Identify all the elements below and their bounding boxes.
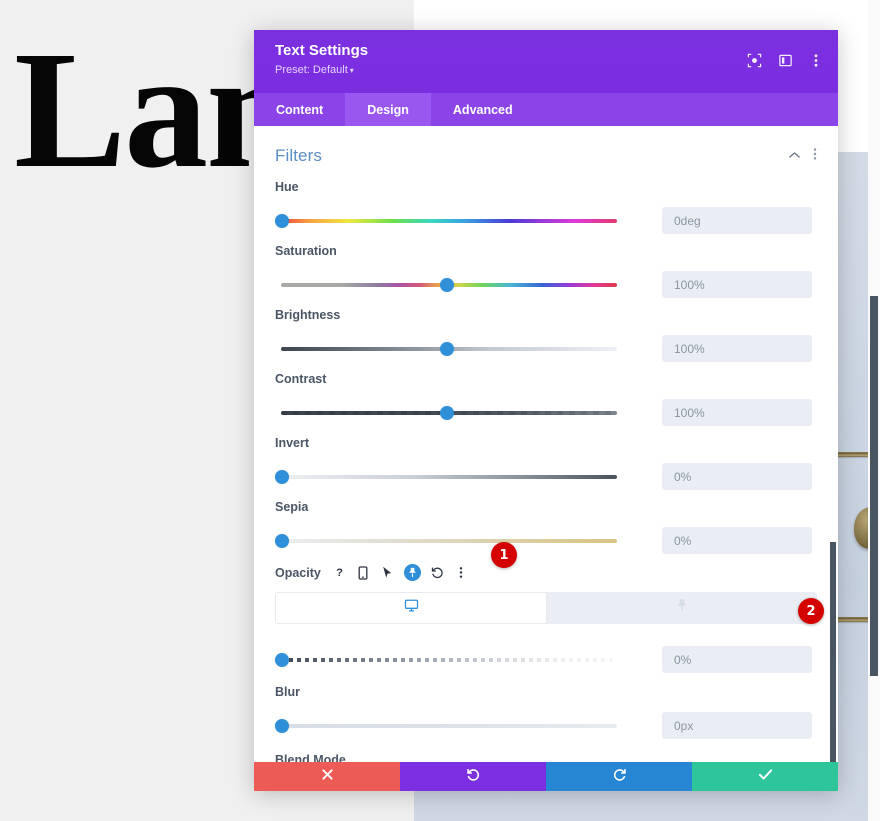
field-label-invert: Invert	[275, 436, 310, 450]
focus-target-icon[interactable]	[746, 52, 762, 68]
hue-slider[interactable]	[275, 210, 617, 232]
field-label-blur: Blur	[275, 685, 300, 699]
hover-cursor-icon[interactable]	[380, 565, 395, 580]
opacity-slider[interactable]	[275, 649, 617, 671]
field-label-hue: Hue	[275, 180, 299, 194]
opacity-slider-track	[281, 657, 617, 662]
opacity-value-input[interactable]: 0%	[662, 646, 812, 673]
section-title[interactable]: Filters	[275, 146, 322, 166]
invert-slider-handle[interactable]	[275, 469, 289, 484]
field-saturation: Saturation 100%	[275, 244, 817, 298]
cancel-button[interactable]	[254, 762, 400, 791]
hue-slider-handle[interactable]	[275, 213, 289, 228]
responsive-mobile-icon[interactable]	[356, 565, 371, 580]
brightness-slider-handle[interactable]	[440, 341, 454, 356]
sepia-value-input[interactable]: 0%	[662, 527, 812, 554]
tab-content[interactable]: Content	[254, 93, 345, 126]
annotation-badge-2: 2	[798, 598, 824, 624]
field-sepia: Sepia 0%	[275, 500, 817, 554]
field-invert: Invert 0%	[275, 436, 817, 490]
field-brightness: Brightness 100%	[275, 308, 817, 362]
page-scrollbar-thumb[interactable]	[870, 296, 878, 676]
sepia-slider-handle[interactable]	[275, 533, 289, 548]
pin-icon	[675, 598, 689, 618]
opacity-label-row: Opacity ?	[275, 564, 817, 581]
modal-tab-bar: Content Design Advanced	[254, 93, 838, 126]
contrast-slider[interactable]	[275, 402, 617, 424]
field-contrast: Contrast 100%	[275, 372, 817, 426]
field-opacity: Opacity ? 0%	[275, 564, 817, 673]
page-title: Text Settings	[275, 42, 369, 59]
svg-text:?: ?	[336, 567, 343, 579]
desktop-state-tab[interactable]	[275, 592, 547, 624]
kebab-menu-icon[interactable]	[454, 565, 469, 580]
redo-button[interactable]	[546, 762, 692, 791]
hue-value-input[interactable]: 0deg	[662, 207, 812, 234]
kebab-menu-icon[interactable]	[813, 147, 817, 166]
undo-button[interactable]	[400, 762, 546, 791]
modal-header: Text Settings Preset: Default ▾	[254, 30, 838, 93]
saturation-slider[interactable]	[275, 274, 617, 296]
tab-design[interactable]: Design	[345, 93, 431, 126]
field-label-saturation: Saturation	[275, 244, 337, 258]
field-label-opacity: Opacity	[275, 565, 321, 580]
saturation-slider-handle[interactable]	[440, 277, 454, 292]
layout-columns-icon[interactable]	[777, 52, 793, 68]
modal-header-actions	[746, 52, 824, 68]
brightness-value-input[interactable]: 100%	[662, 335, 812, 362]
opacity-slider-handle[interactable]	[275, 652, 289, 667]
modal-scrollbar[interactable]	[828, 252, 838, 762]
blur-slider[interactable]	[275, 715, 617, 737]
tab-advanced[interactable]: Advanced	[431, 93, 535, 126]
text-settings-modal: Text Settings Preset: Default ▾ Content …	[254, 30, 838, 791]
save-button[interactable]	[692, 762, 838, 791]
preset-label: Preset: Default	[275, 64, 348, 76]
chevron-up-icon[interactable]	[788, 147, 801, 165]
saturation-value-input[interactable]: 100%	[662, 271, 812, 298]
field-blur: Blur 0px	[275, 685, 817, 739]
redo-arrow-icon	[612, 767, 627, 787]
modal-footer-actions	[254, 762, 838, 791]
sepia-slider[interactable]	[275, 530, 617, 552]
desktop-monitor-icon	[404, 598, 419, 618]
opacity-state-toggle	[275, 592, 817, 624]
invert-slider[interactable]	[275, 466, 617, 488]
modal-scrollbar-thumb[interactable]	[830, 542, 836, 762]
filters-section-header: Filters	[275, 142, 817, 180]
field-label-sepia: Sepia	[275, 500, 309, 514]
field-label-contrast: Contrast	[275, 372, 327, 386]
field-label-blend-mode: Blend Mode	[275, 753, 346, 762]
field-hue: Hue 0deg	[275, 180, 817, 234]
sticky-state-icon[interactable]	[403, 564, 421, 581]
reset-undo-icon[interactable]	[430, 565, 445, 580]
invert-slider-track	[281, 474, 617, 479]
invert-value-input[interactable]: 0%	[662, 463, 812, 490]
brightness-slider[interactable]	[275, 338, 617, 360]
modal-body: Filters Hue 0deg Saturation 100% Brightn…	[254, 126, 838, 762]
hue-slider-track	[281, 218, 617, 223]
preset-selector[interactable]: Preset: Default ▾	[275, 63, 820, 78]
contrast-value-input[interactable]: 100%	[662, 399, 812, 426]
field-blend-mode: Blend Mode Normal	[275, 753, 817, 762]
contrast-slider-handle[interactable]	[440, 405, 454, 420]
sticky-state-tab[interactable]	[547, 592, 817, 624]
annotation-badge-1: 1	[491, 542, 517, 568]
blur-slider-handle[interactable]	[275, 718, 289, 733]
blur-slider-track	[281, 723, 617, 728]
sepia-slider-track	[281, 538, 617, 543]
chevron-down-icon: ▾	[349, 66, 354, 75]
undo-arrow-icon	[466, 767, 481, 787]
page-scrollbar[interactable]	[868, 0, 880, 821]
checkmark-icon	[758, 768, 773, 786]
close-x-icon	[321, 768, 334, 786]
field-label-brightness: Brightness	[275, 308, 341, 322]
blur-value-input[interactable]: 0px	[662, 712, 812, 739]
kebab-menu-icon[interactable]	[808, 52, 824, 68]
help-icon[interactable]: ?	[332, 565, 347, 580]
